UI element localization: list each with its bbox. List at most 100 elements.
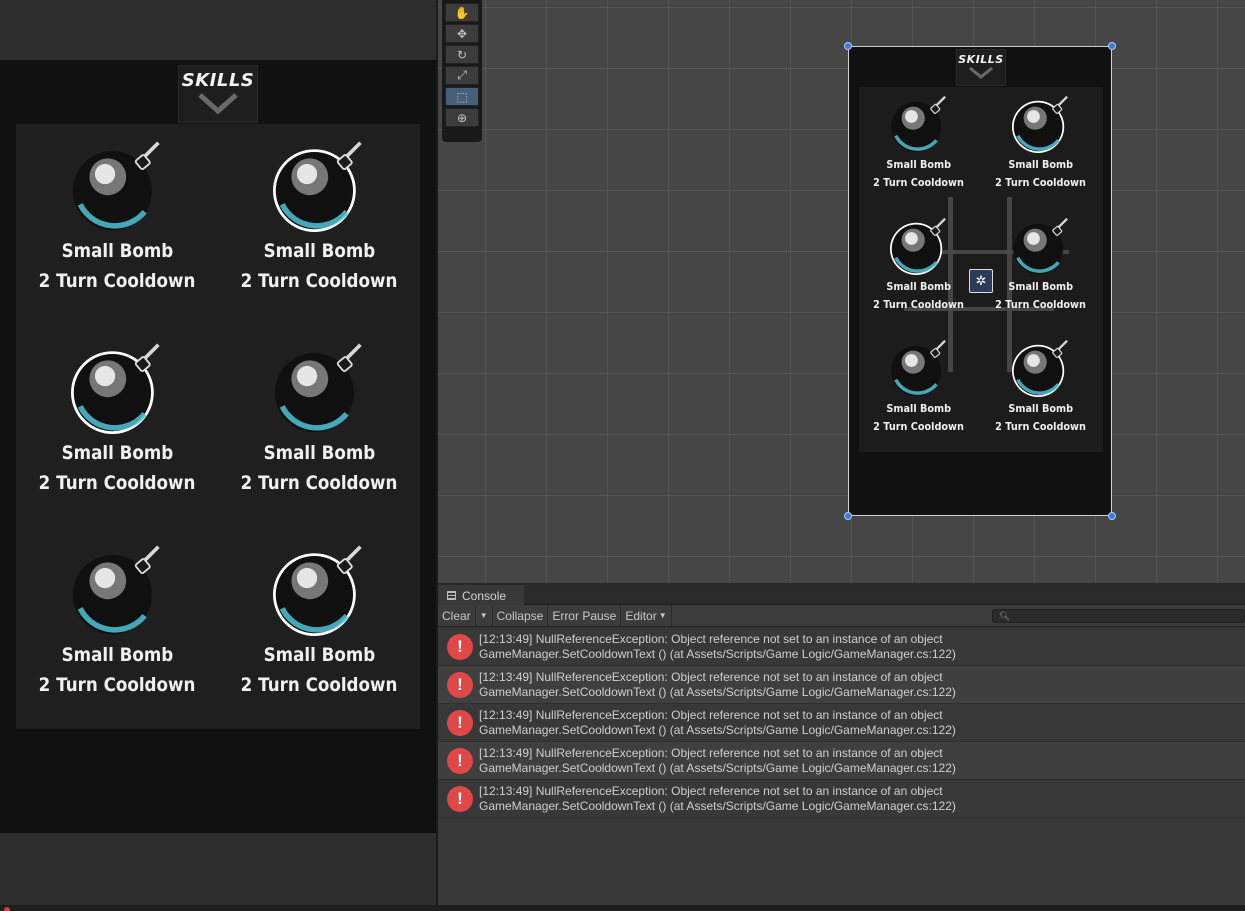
log-entry[interactable]: ! [12:13:49] NullReferenceException: Obje… [438, 628, 1245, 666]
log-line-1: [12:13:49] NullReferenceException: Objec… [479, 631, 943, 646]
skill-card[interactable]: Small Bomb 2 Turn Cooldown [229, 544, 409, 696]
dropdown-arrow-icon: ▼ [479, 611, 488, 620]
error-status-icon[interactable] [4, 907, 10, 911]
pivot-icon[interactable]: ✲ [969, 269, 993, 293]
bomb-icon [891, 95, 946, 152]
log-entry[interactable]: ! [12:13:49] NullReferenceException: Obje… [438, 780, 1245, 818]
tab-console[interactable]: Console [438, 585, 524, 606]
skill-card[interactable]: Small Bomb 2 Turn Cooldown [981, 339, 1101, 433]
log-entry[interactable]: ! [12:13:49] NullReferenceException: Obje… [438, 742, 1245, 780]
scene-view-panel[interactable]: ✋ ✥ ↻ ⤢ ⬚ ⊕ SKILLS Small Bomb 2 Turn Cool… [438, 0, 1245, 583]
chevron-down-icon [969, 66, 993, 79]
bomb-icon [72, 141, 160, 231]
skill-name: Small Bomb [263, 644, 375, 666]
skills-header[interactable]: SKILLS [178, 65, 258, 123]
log-line-2: GameManager.SetCooldownText () (at Asset… [479, 798, 956, 813]
log-message: [12:13:49] NullReferenceException: Objec… [479, 670, 956, 700]
unity-editor: SKILLS Small Bomb 2 Turn Cooldown Small Bo… [0, 0, 1245, 911]
skill-name: Small Bomb [263, 240, 375, 262]
scene-skills-title: SKILLS [958, 53, 1004, 66]
skill-cooldown: 2 Turn Cooldown [995, 298, 1087, 311]
skill-card[interactable]: Small Bomb 2 Turn Cooldown [981, 217, 1101, 311]
console-log-list[interactable]: ! [12:13:49] NullReferenceException: Obje… [438, 628, 1245, 818]
bomb-icon [273, 545, 362, 636]
skill-cooldown: 2 Turn Cooldown [38, 270, 196, 292]
bomb-icon [891, 339, 946, 396]
resize-handle-tl[interactable] [844, 42, 852, 50]
log-message: [12:13:49] NullReferenceException: Objec… [479, 632, 956, 662]
log-line-2: GameManager.SetCooldownText () (at Asset… [479, 646, 956, 661]
skill-card[interactable]: Small Bomb 2 Turn Cooldown [229, 342, 409, 494]
editor-dropdown[interactable]: Editor ▼ [621, 605, 672, 626]
rotate-tool-icon[interactable]: ↻ [445, 45, 479, 64]
status-bar [0, 905, 1245, 911]
skill-name: Small Bomb [1008, 402, 1074, 415]
bomb-icon [1012, 95, 1068, 153]
skill-name: Small Bomb [61, 644, 173, 666]
dropdown-arrow-icon: ▼ [658, 611, 667, 620]
log-line-1: [12:13:49] NullReferenceException: Objec… [479, 783, 943, 798]
search-icon: 🔍︎ [999, 611, 1011, 621]
error-pause-toggle[interactable]: Error Pause [548, 605, 622, 626]
log-message: [12:13:49] NullReferenceException: Objec… [479, 746, 956, 776]
editor-label: Editor [625, 608, 657, 623]
clear-options-dropdown[interactable]: ▼ [476, 605, 493, 626]
log-line-1: [12:13:49] NullReferenceException: Objec… [479, 745, 943, 760]
skill-card[interactable]: Small Bomb 2 Turn Cooldown [27, 140, 207, 292]
log-message: [12:13:49] NullReferenceException: Objec… [479, 708, 956, 738]
scale-tool-icon[interactable]: ⤢ [445, 66, 479, 85]
skill-cooldown: 2 Turn Cooldown [240, 270, 398, 292]
skill-name: Small Bomb [1008, 158, 1074, 171]
log-line-1: [12:13:49] NullReferenceException: Objec… [479, 707, 943, 722]
skill-card[interactable]: Small Bomb 2 Turn Cooldown [859, 339, 979, 433]
skill-card[interactable]: Small Bomb 2 Turn Cooldown [27, 544, 207, 696]
log-entry[interactable]: ! [12:13:49] NullReferenceException: Obje… [438, 666, 1245, 704]
chevron-down-icon [198, 93, 238, 115]
bomb-icon [274, 343, 362, 433]
skill-name: Small Bomb [263, 442, 375, 464]
log-message: [12:13:49] NullReferenceException: Objec… [479, 784, 956, 814]
console-tabbar: Console [438, 585, 1245, 606]
transform-tool-icon[interactable]: ⊕ [445, 108, 479, 127]
skill-cooldown: 2 Turn Cooldown [38, 674, 196, 696]
console-tab-label: Console [462, 588, 507, 603]
resize-handle-br[interactable] [1108, 512, 1116, 520]
console-search-input[interactable]: 🔍︎ [992, 609, 1245, 623]
skill-cooldown: 2 Turn Cooldown [873, 176, 965, 189]
log-line-2: GameManager.SetCooldownText () (at Asset… [479, 684, 956, 699]
move-tool-icon[interactable]: ✥ [445, 24, 479, 43]
bomb-icon [273, 141, 362, 232]
skill-cooldown: 2 Turn Cooldown [873, 298, 965, 311]
skill-cooldown: 2 Turn Cooldown [240, 674, 398, 696]
bomb-icon [1012, 339, 1068, 397]
scene-skills-header[interactable]: SKILLS [956, 49, 1006, 86]
resize-handle-bl[interactable] [844, 512, 852, 520]
tool-strip: ✋ ✥ ↻ ⤢ ⬚ ⊕ [442, 0, 482, 142]
console-panel: Console Clear ▼ Collapse Error Pause Edi… [438, 585, 1245, 905]
skill-card[interactable]: Small Bomb 2 Turn Cooldown [981, 95, 1101, 189]
rect-tool-icon[interactable]: ⬚ [445, 87, 479, 106]
error-icon: ! [447, 671, 473, 698]
hand-tool-icon[interactable]: ✋ [445, 3, 479, 22]
error-icon: ! [447, 709, 473, 736]
skill-card[interactable]: Small Bomb 2 Turn Cooldown [859, 95, 979, 189]
skill-cooldown: 2 Turn Cooldown [995, 176, 1087, 189]
resize-handle-tr[interactable] [1108, 42, 1116, 50]
error-icon: ! [447, 785, 473, 812]
clear-button[interactable]: Clear [438, 605, 476, 626]
bomb-icon [1013, 217, 1068, 274]
collapse-label: Collapse [496, 608, 544, 623]
error-icon: ! [447, 633, 473, 660]
skill-name: Small Bomb [886, 280, 952, 293]
skill-card[interactable]: Small Bomb 2 Turn Cooldown [229, 140, 409, 292]
skill-card[interactable]: Small Bomb 2 Turn Cooldown [27, 342, 207, 494]
skill-name: Small Bomb [1008, 280, 1074, 293]
clear-button-label: Clear [442, 608, 471, 623]
log-entry[interactable]: ! [12:13:49] NullReferenceException: Obje… [438, 704, 1245, 742]
collapse-toggle[interactable]: Collapse [493, 605, 549, 626]
game-view-panel: SKILLS Small Bomb 2 Turn Cooldown Small Bo… [0, 0, 436, 905]
skill-card[interactable]: Small Bomb 2 Turn Cooldown [859, 217, 979, 311]
skills-title: SKILLS [181, 70, 255, 91]
bomb-icon [890, 217, 946, 275]
game-canvas: SKILLS Small Bomb 2 Turn Cooldown Small Bo… [0, 60, 436, 833]
